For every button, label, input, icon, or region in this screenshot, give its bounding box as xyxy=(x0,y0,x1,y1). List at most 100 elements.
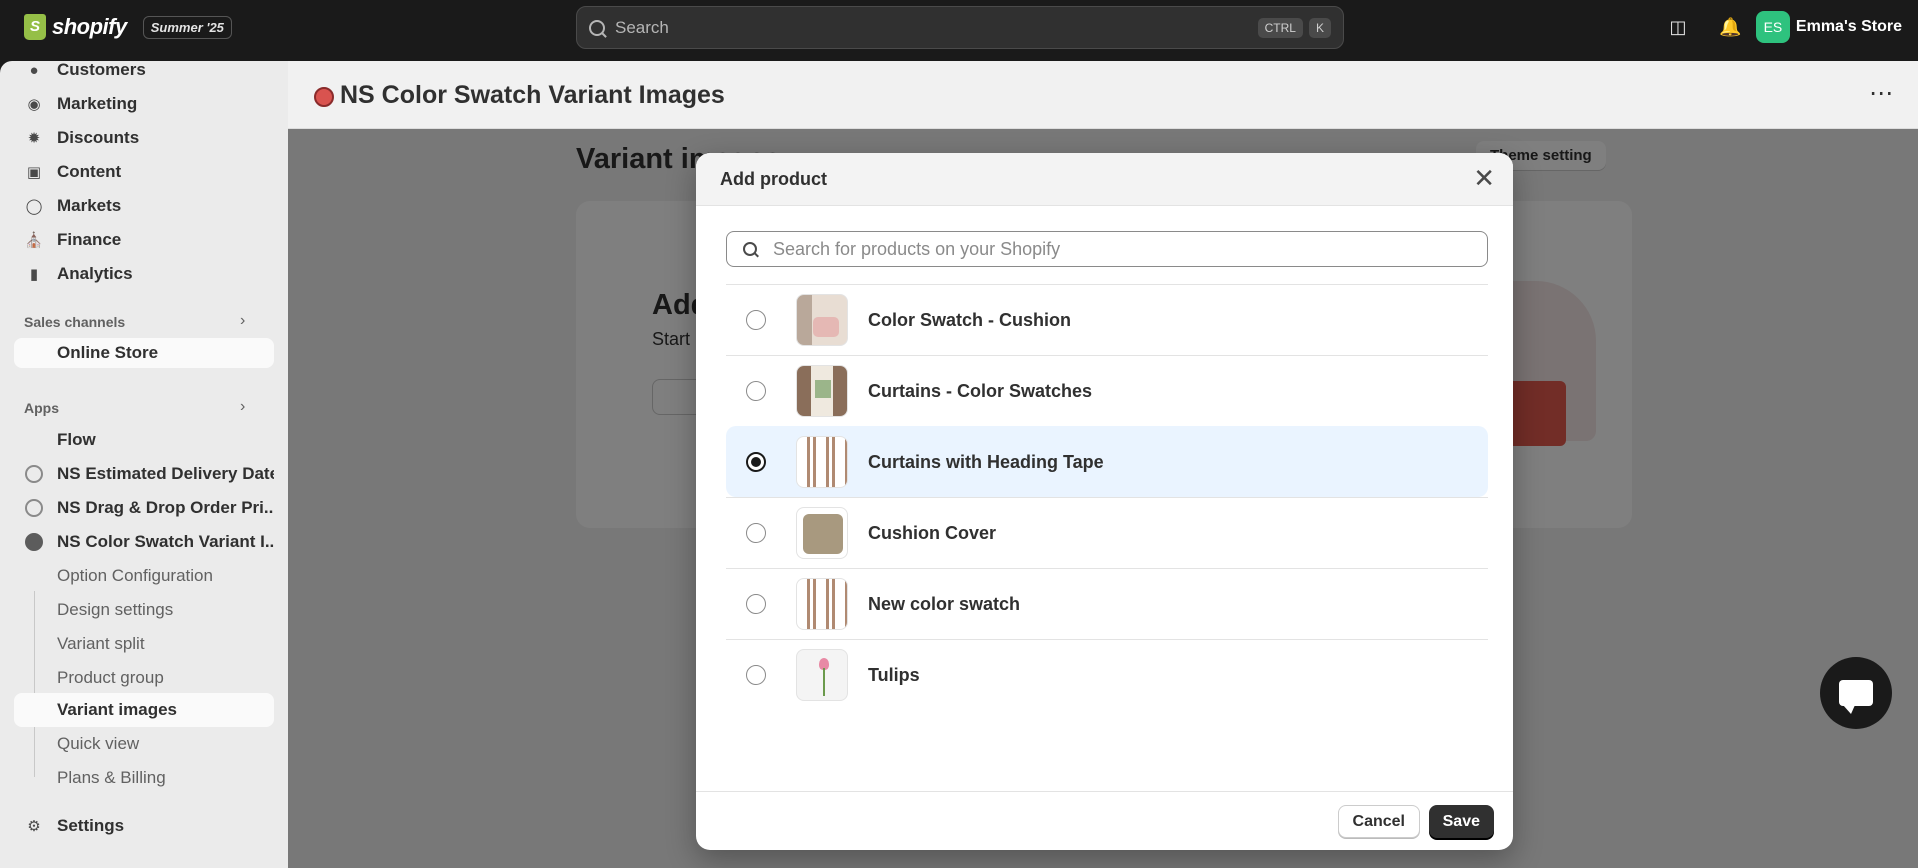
product-row[interactable]: Color Swatch - Cushion xyxy=(726,284,1488,355)
product-name: Curtains with Heading Tape xyxy=(868,451,1104,472)
chat-icon xyxy=(1839,680,1873,714)
sub-item-design-settings[interactable]: Design settings xyxy=(14,594,274,626)
sidebar-app-flow[interactable]: Flow xyxy=(14,425,274,455)
shortcut-k: K xyxy=(1308,17,1331,38)
sidebar-item-label: NS Drag & Drop Order Pri... xyxy=(57,498,274,517)
product-row[interactable]: New color swatch xyxy=(726,568,1488,639)
product-row[interactable]: Cushion Cover xyxy=(726,497,1488,568)
product-radio[interactable] xyxy=(746,665,766,685)
store-name: Emma's Store xyxy=(1795,18,1902,35)
shortcut-ctrl: CTRL xyxy=(1257,17,1303,38)
edition-badge[interactable]: Summer '25 xyxy=(142,15,232,39)
sidebar-item-finance[interactable]: ⛪ Finance xyxy=(14,225,274,255)
sidebar-item-label: Analytics xyxy=(57,264,133,283)
product-thumbnail-cushion-cover xyxy=(796,507,848,559)
search-placeholder: Search xyxy=(615,17,669,37)
shopify-bag-icon xyxy=(24,14,46,40)
search-placeholder: Search for products on your Shopify xyxy=(773,238,1061,259)
discount-icon: ✹ xyxy=(27,130,41,147)
chevron-right-icon[interactable]: › xyxy=(240,312,245,330)
sidebar-item-label: NS Estimated Delivery Date xyxy=(57,464,274,483)
product-radio[interactable] xyxy=(746,381,766,401)
more-icon[interactable]: ⋯ xyxy=(1869,79,1894,108)
sub-item-label: Variant images xyxy=(57,700,178,719)
brand-name: shopify xyxy=(52,14,127,39)
sidebar-item-label: Customers xyxy=(57,61,146,79)
close-icon[interactable]: ✕ xyxy=(1473,165,1495,191)
cancel-button[interactable]: Cancel xyxy=(1337,805,1420,838)
apps-label[interactable]: Apps xyxy=(24,400,59,416)
sub-item-plans-billing[interactable]: Plans & Billing xyxy=(14,762,274,794)
product-radio[interactable] xyxy=(746,310,766,330)
app-icon xyxy=(24,498,44,518)
sub-item-variant-split[interactable]: Variant split xyxy=(14,628,274,660)
product-name: Tulips xyxy=(868,664,920,685)
top-bar: shopify Summer '25 Search CTRL K ◫ 🔔 ES … xyxy=(0,0,1918,61)
sales-channels-label[interactable]: Sales channels xyxy=(24,314,125,330)
store-menu[interactable]: ES Emma's Store xyxy=(1755,11,1902,43)
sub-item-label: Option Configuration xyxy=(57,566,213,585)
store-icon xyxy=(24,343,44,363)
sidebar-item-marketing[interactable]: ◉ Marketing xyxy=(14,89,274,119)
bell-icon[interactable]: 🔔 xyxy=(1719,16,1741,38)
product-name: New color swatch xyxy=(868,593,1021,614)
sidebar-item-analytics[interactable]: ▮ Analytics xyxy=(14,259,274,289)
modal-footer: Cancel Save xyxy=(696,791,1513,850)
sub-item-option-configuration[interactable]: Option Configuration xyxy=(14,560,274,592)
avatar: ES xyxy=(1755,11,1790,43)
chevron-right-icon[interactable]: › xyxy=(240,398,245,416)
product-name: Color Swatch - Cushion xyxy=(868,309,1072,330)
sidebar-app-color-swatch[interactable]: NS Color Swatch Variant I... xyxy=(14,527,274,557)
product-radio[interactable] xyxy=(746,594,766,614)
app-icon xyxy=(24,532,44,552)
product-list: Color Swatch - Cushion Curtains - Color … xyxy=(726,284,1488,710)
sidebar-item-settings[interactable]: ⚙ Settings xyxy=(14,811,274,841)
modal-title: Add product xyxy=(720,169,827,189)
product-thumbnail-curtains xyxy=(796,365,848,417)
globe-icon: ◯ xyxy=(25,198,43,215)
product-radio[interactable] xyxy=(746,523,766,543)
sub-item-label: Product group xyxy=(57,668,164,687)
sub-item-quick-view[interactable]: Quick view xyxy=(14,728,274,760)
product-row[interactable]: Curtains with Heading Tape xyxy=(726,426,1488,497)
sidebar-item-label: Discounts xyxy=(57,128,140,147)
sidebar-item-online-store[interactable]: Online Store xyxy=(14,338,274,368)
sidebar-item-label: Online Store xyxy=(57,343,159,362)
sub-item-product-group[interactable]: Product group xyxy=(14,662,274,694)
search-icon xyxy=(743,242,757,256)
sidebar-item-label: Content xyxy=(57,162,122,181)
app-header: NS Color Swatch Variant Images ⋯ xyxy=(288,61,1918,129)
sub-item-label: Plans & Billing xyxy=(57,768,166,787)
bank-icon: ⛪ xyxy=(24,232,44,249)
product-row[interactable]: Tulips xyxy=(726,639,1488,710)
product-thumbnail-tulips xyxy=(796,649,848,701)
product-row[interactable]: Curtains - Color Swatches xyxy=(726,355,1488,426)
sidebar: ● Customers ◉ Marketing ✹ Discounts ▣ Co… xyxy=(0,61,288,868)
sub-item-label: Design settings xyxy=(57,600,174,619)
shopify-logo[interactable]: shopify Summer '25 xyxy=(24,14,232,40)
product-thumbnail-cushion xyxy=(796,294,848,346)
save-button[interactable]: Save xyxy=(1428,805,1494,838)
global-search[interactable]: Search CTRL K xyxy=(576,6,1344,49)
sidebar-item-label: Marketing xyxy=(57,94,138,113)
sub-item-label: Variant split xyxy=(57,634,145,653)
product-name: Cushion Cover xyxy=(868,522,997,543)
sub-item-label: Quick view xyxy=(57,734,140,753)
sidebar-item-label: NS Color Swatch Variant I... xyxy=(57,532,274,551)
sidebar-app-drag-drop[interactable]: NS Drag & Drop Order Pri... xyxy=(14,493,274,523)
chart-icon: ▮ xyxy=(29,266,39,283)
sidebar-item-markets[interactable]: ◯ Markets xyxy=(14,191,274,221)
sidebar-item-customers[interactable]: ● Customers xyxy=(14,61,274,85)
sidebar-item-discounts[interactable]: ✹ Discounts xyxy=(14,123,274,153)
inbox-icon[interactable]: ◫ xyxy=(1667,16,1689,38)
sidebar-item-content[interactable]: ▣ Content xyxy=(14,157,274,187)
search-icon xyxy=(589,19,605,36)
sub-item-variant-images[interactable]: Variant images xyxy=(14,693,274,727)
product-radio[interactable] xyxy=(746,452,766,472)
sidebar-app-estimated-delivery[interactable]: NS Estimated Delivery Date xyxy=(14,459,274,489)
page-title: NS Color Swatch Variant Images xyxy=(340,81,725,109)
sidebar-item-label: Flow xyxy=(57,430,96,449)
product-search-input[interactable]: Search for products on your Shopify xyxy=(726,231,1488,267)
app-icon xyxy=(24,464,44,484)
chat-button[interactable] xyxy=(1820,657,1892,729)
